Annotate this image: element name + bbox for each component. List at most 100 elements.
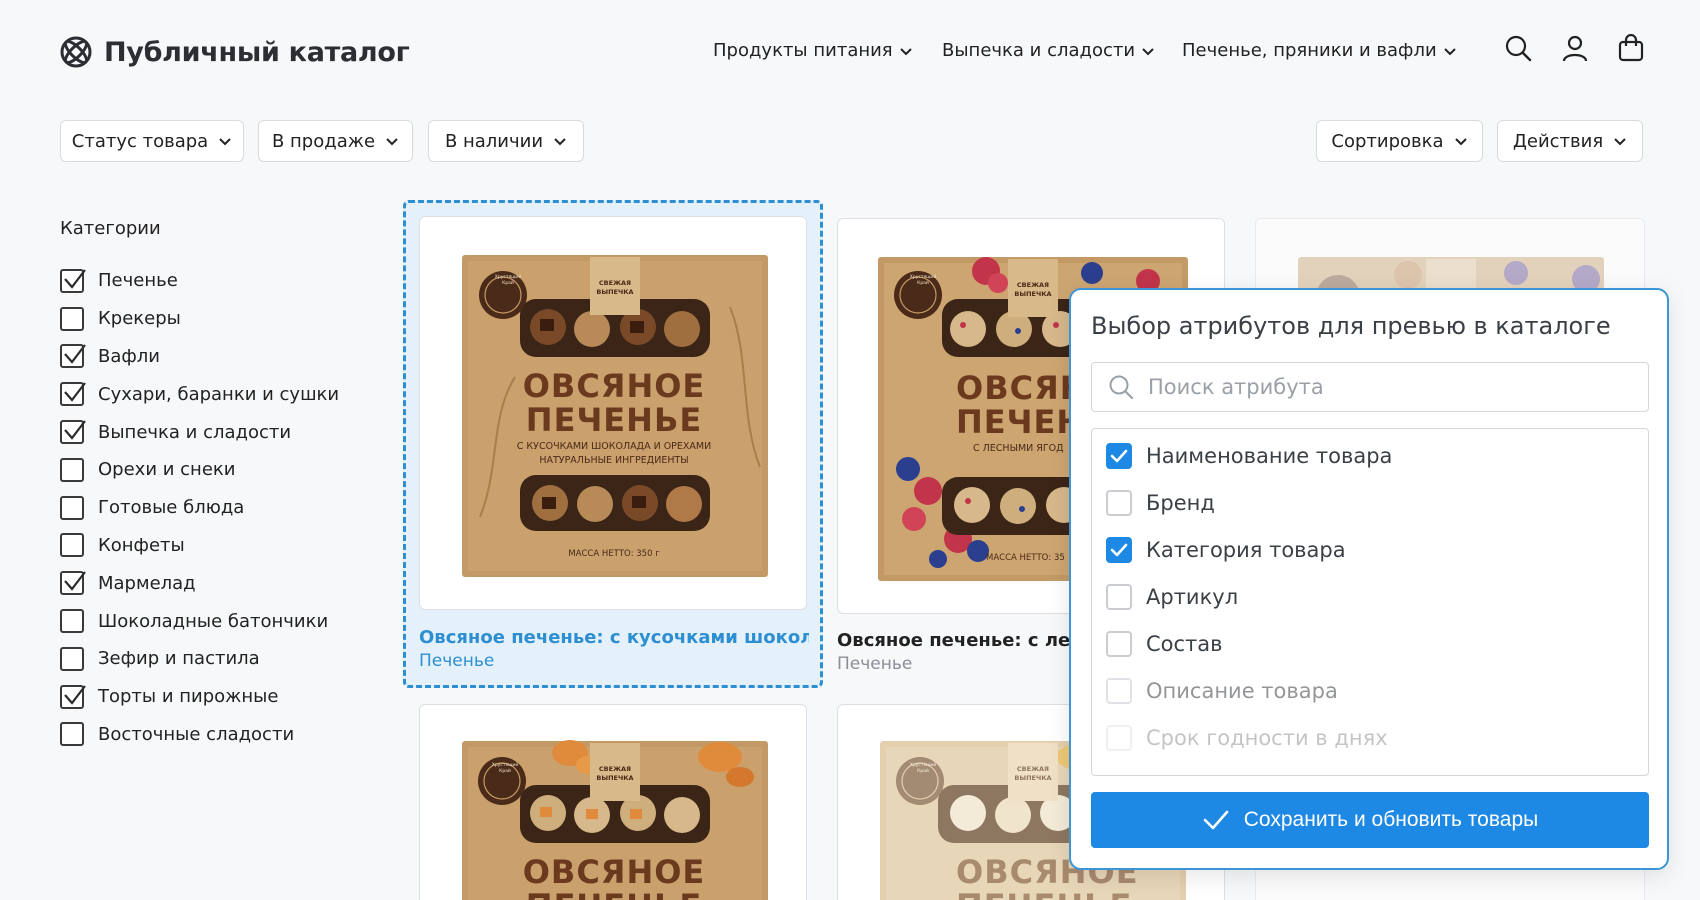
checkmark-icon — [64, 420, 86, 440]
checkbox-checked[interactable] — [1106, 537, 1132, 563]
save-button-label: Сохранить и обновить товары — [1243, 808, 1539, 831]
category-item[interactable]: Конфеты — [60, 527, 339, 565]
checkbox-checked[interactable] — [60, 382, 86, 407]
user-icon[interactable] — [1561, 34, 1589, 62]
category-label: Орехи и снеки — [98, 459, 236, 481]
sort-label: Сортировка — [1331, 130, 1444, 152]
pack-line2: ПЕЧЕНЬЕ — [420, 887, 806, 900]
pack-badge: СВЕЖАЯ ВЫПЕЧКА — [1014, 765, 1052, 782]
pack-brand: Хрустящий Край — [491, 763, 519, 774]
checkmark-icon — [1110, 543, 1128, 557]
category-item[interactable]: Восточные сладости — [60, 716, 339, 754]
category-label: Зефир и пастила — [98, 648, 260, 670]
filter-sale-label: В продаже — [271, 130, 376, 152]
product-category-1[interactable]: Печенье — [419, 651, 494, 671]
app-title: Публичный каталог — [104, 36, 410, 68]
checkmark-icon — [64, 382, 86, 403]
category-label: Крекеры — [98, 308, 181, 330]
attribute-label: Описание товара — [1146, 679, 1338, 703]
product-image-4[interactable]: Хрустящий Край СВЕЖАЯ ВЫПЕЧКА ОВСЯНОЕ ПЕ… — [419, 704, 807, 900]
attribute-item[interactable]: Наименование товара — [1106, 443, 1392, 469]
filter-status-button[interactable]: Статус товара — [60, 120, 244, 162]
product-category-2[interactable]: Печенье — [837, 654, 912, 674]
checkbox[interactable] — [60, 306, 84, 331]
category-item[interactable]: Зефир и пастила — [60, 640, 339, 678]
checkbox[interactable] — [60, 609, 84, 634]
pack-brand: Хрустящий Край — [909, 275, 937, 286]
attribute-label: Артикул — [1146, 585, 1239, 609]
checkbox[interactable] — [60, 495, 84, 520]
logo[interactable]: Публичный каталог — [58, 34, 410, 70]
checkbox[interactable] — [1106, 490, 1132, 516]
product-name-2[interactable]: Овсяное печенье: с лесны — [837, 630, 1069, 651]
categories-title: Категории — [60, 218, 161, 239]
category-item[interactable]: Мармелад — [60, 564, 339, 602]
attribute-item[interactable]: Бренд — [1106, 490, 1215, 516]
nav-cookies[interactable]: Печенье, пряники и вафли — [1182, 40, 1457, 61]
category-item[interactable]: Выпечка и сладости — [60, 413, 339, 451]
search-icon[interactable] — [1504, 34, 1532, 62]
category-label: Сухари, баранки и сушки — [98, 383, 340, 405]
category-item[interactable]: Крекеры — [60, 300, 339, 338]
pack-line1: ОВСЯН — [956, 369, 1088, 407]
checkbox[interactable] — [1106, 584, 1132, 610]
checkbox-checked[interactable] — [60, 344, 86, 369]
category-label: Вафли — [98, 345, 160, 367]
product-image-1[interactable]: Хрустящий Край СВЕЖАЯ ВЫПЕЧКА ОВСЯНОЕ ПЕ… — [419, 216, 807, 610]
category-label: Печенье — [98, 270, 178, 292]
attribute-item[interactable]: Артикул — [1106, 584, 1238, 610]
attribute-item[interactable]: Срок годности в днях — [1106, 725, 1388, 751]
save-and-update-button[interactable]: Сохранить и обновить товары — [1091, 792, 1649, 848]
checkbox[interactable] — [1106, 725, 1132, 751]
pack-badge: СВЕЖАЯ ВЫПЕЧКА — [596, 765, 634, 782]
checkbox-checked[interactable] — [60, 420, 86, 445]
attribute-item[interactable]: Категория товара — [1106, 537, 1346, 563]
category-label: Выпечка и сладости — [98, 421, 292, 443]
filter-sale-button[interactable]: В продаже — [258, 120, 413, 162]
sort-button[interactable]: Сортировка — [1316, 120, 1483, 162]
chevron-down-icon — [1454, 138, 1467, 146]
attribute-item[interactable]: Состав — [1106, 631, 1223, 657]
checkbox[interactable] — [60, 457, 84, 482]
chevron-down-icon — [554, 138, 566, 146]
chevron-down-icon — [386, 138, 398, 146]
actions-label: Действия — [1512, 130, 1604, 152]
checkbox-checked[interactable] — [60, 571, 86, 596]
actions-button[interactable]: Действия — [1497, 120, 1643, 162]
pack-brand: Хрустящий Край — [909, 763, 937, 774]
category-item[interactable]: Готовые блюда — [60, 489, 339, 527]
checkbox[interactable] — [1106, 631, 1132, 657]
pack-line1: ОВСЯНОЕ — [522, 367, 706, 405]
nav-bakery[interactable]: Выпечка и сладости — [942, 40, 1155, 61]
checkbox[interactable] — [60, 722, 84, 747]
category-list: Печенье Крекеры Вафли Сухари, баранки и суш… — [60, 262, 339, 753]
category-label: Восточные сладости — [98, 723, 295, 745]
checkbox[interactable] — [60, 646, 84, 671]
logo-icon — [60, 36, 92, 68]
checkbox-checked[interactable] — [60, 684, 86, 709]
category-item[interactable]: Торты и пирожные — [60, 678, 339, 716]
attribute-search[interactable] — [1091, 362, 1649, 412]
chevron-down-icon — [1443, 47, 1456, 55]
category-item[interactable]: Вафли — [60, 338, 339, 376]
popup-title: Выбор атрибутов для превью в каталоге — [1091, 312, 1611, 340]
category-item[interactable]: Шоколадные батончики — [60, 602, 339, 640]
category-item[interactable]: Орехи и снеки — [60, 451, 339, 489]
pack-badge: СВЕЖАЯ ВЫПЕЧКА — [596, 279, 634, 296]
attribute-label: Категория товара — [1146, 538, 1346, 562]
checkbox[interactable] — [60, 533, 84, 558]
checkmark-icon — [64, 684, 86, 705]
checkbox-checked[interactable] — [60, 268, 86, 293]
category-item[interactable]: Сухари, баранки и сушки — [60, 375, 339, 413]
checkbox[interactable] — [1106, 678, 1132, 704]
attribute-item[interactable]: Описание товара — [1106, 678, 1338, 704]
product-name-1[interactable]: Овсяное печенье: с кусочками шоколад... — [419, 627, 809, 648]
category-label: Конфеты — [98, 534, 185, 556]
cart-icon[interactable] — [1617, 34, 1645, 62]
category-item[interactable]: Печенье — [60, 262, 339, 300]
filter-stock-button[interactable]: В наличии — [428, 120, 584, 162]
nav-food[interactable]: Продукты питания — [713, 40, 913, 61]
checkbox-checked[interactable] — [1106, 443, 1132, 469]
attribute-search-input[interactable] — [1148, 375, 1628, 399]
pack-line2: ПЕЧЕНЬЕ — [525, 401, 703, 439]
